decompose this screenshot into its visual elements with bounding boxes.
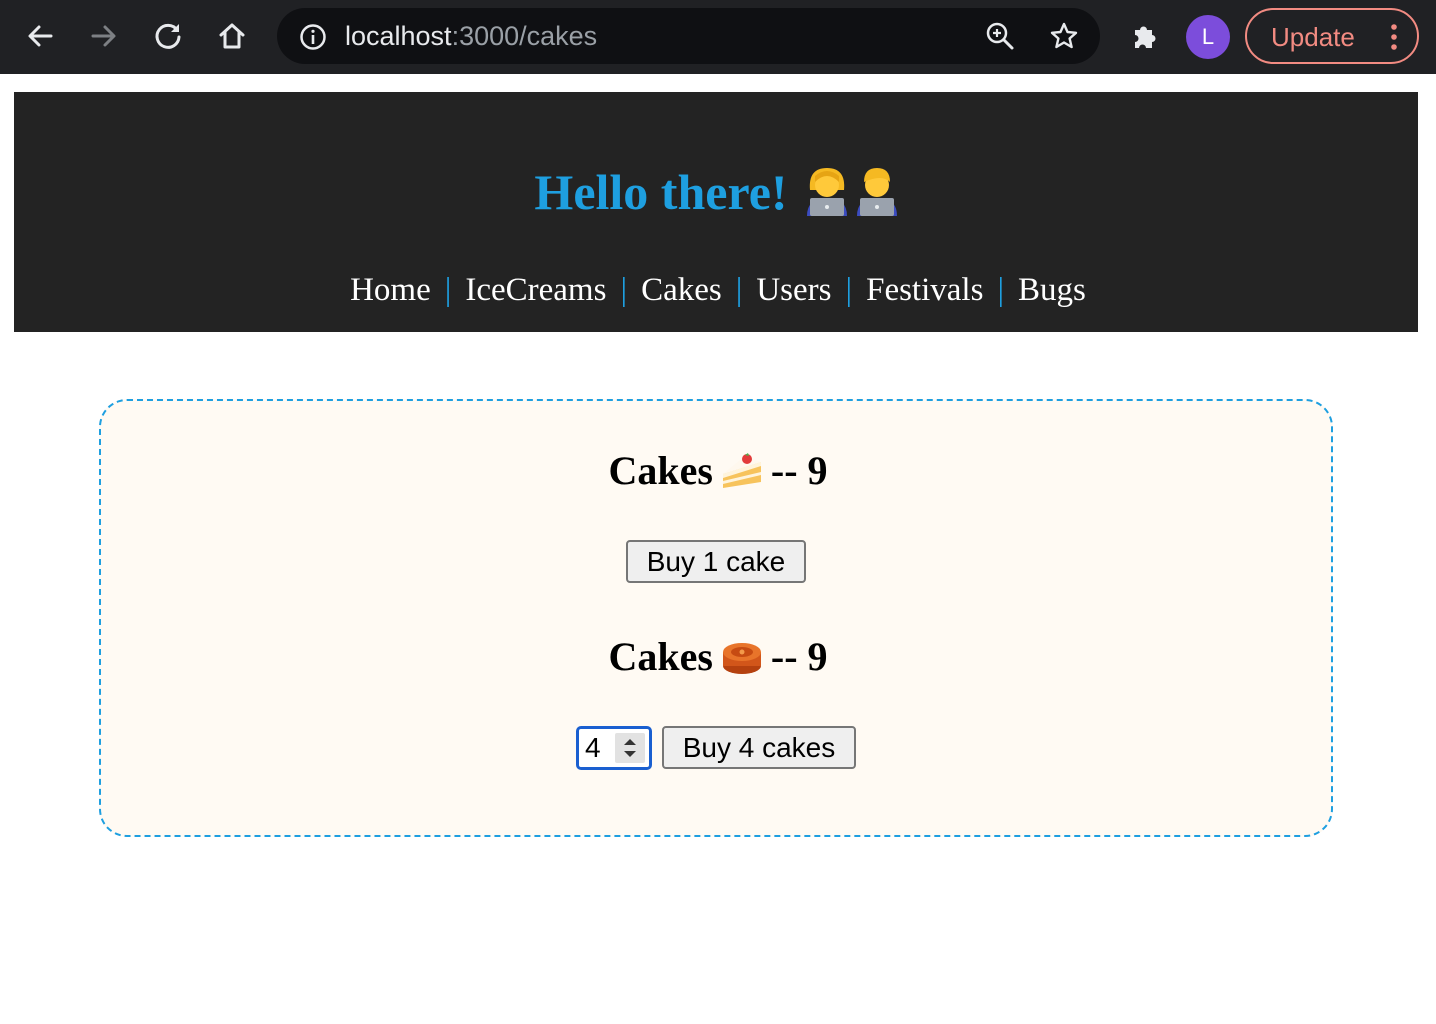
nav-separator: |	[444, 272, 452, 308]
quantity-stepper[interactable]	[615, 733, 645, 763]
mooncake-count-heading: Cakes -- 9	[0, 632, 1436, 688]
home-icon	[219, 23, 245, 49]
star-icon[interactable]	[1049, 21, 1079, 51]
shortcake-icon	[721, 452, 763, 502]
main-nav: Home | IceCreams | Cakes | Users | Festivals | Bug…	[0, 268, 1436, 312]
url-path: :3000/cakes	[451, 21, 598, 51]
nav-icecreams[interactable]: IceCreams	[465, 272, 606, 308]
url-text[interactable]: localhost:3000/cakes	[345, 21, 597, 51]
nav-separator: |	[735, 272, 743, 308]
stepper-arrows-icon	[624, 739, 636, 757]
url-host: localhost	[345, 21, 452, 51]
cake-quantity-value: 4	[585, 732, 601, 763]
info-icon[interactable]	[299, 23, 327, 51]
shortcake-svg-icon	[722, 453, 761, 488]
developer-emoji-icons	[802, 164, 902, 231]
zoom-icon[interactable]	[985, 21, 1015, 51]
mooncake-svg-icon	[722, 643, 761, 674]
buy-one-cake-button[interactable]: Buy 1 cake	[626, 540, 806, 583]
nav-separator: |	[620, 272, 628, 308]
mooncake-icon	[721, 636, 763, 688]
more-vertical-icon	[1391, 24, 1397, 50]
nav-users[interactable]: Users	[756, 272, 831, 308]
site-title: Hello there!	[0, 160, 1436, 231]
technologist-emoji-icon	[806, 168, 897, 217]
back-icon	[28, 25, 53, 47]
mooncake-count-value: -- 9	[770, 634, 828, 679]
forward-icon	[91, 25, 116, 47]
back-button[interactable]	[16, 12, 64, 60]
profile-avatar[interactable]: L	[1186, 15, 1230, 59]
nav-cakes[interactable]: Cakes	[641, 272, 722, 308]
buy-cakes-button[interactable]: Buy 4 cakes	[662, 726, 856, 769]
cake-count-heading: Cakes -- 9	[0, 446, 1436, 502]
cake-count-label: Cakes	[608, 448, 713, 493]
nav-separator: |	[845, 272, 853, 308]
mooncake-count-label: Cakes	[608, 634, 713, 679]
home-button[interactable]	[208, 12, 256, 60]
extensions-icon	[1135, 26, 1156, 48]
reload-button[interactable]	[144, 12, 192, 60]
address-bar[interactable]: localhost:3000/cakes	[277, 8, 1100, 64]
nav-home[interactable]: Home	[350, 272, 431, 308]
nav-separator: |	[997, 272, 1005, 308]
update-button[interactable]: Update	[1245, 8, 1419, 64]
browser-toolbar: localhost:3000/cakes L Update	[0, 0, 1436, 74]
update-label: Update	[1271, 22, 1355, 52]
nav-festivals[interactable]: Festivals	[866, 272, 983, 308]
nav-bugs[interactable]: Bugs	[1018, 272, 1086, 308]
extensions-button[interactable]	[1120, 12, 1168, 60]
reload-icon	[155, 23, 181, 49]
forward-button[interactable]	[80, 12, 128, 60]
cake-quantity-input[interactable]: 4	[576, 726, 652, 770]
site-title-text: Hello there!	[534, 164, 788, 220]
cake-count-value: -- 9	[770, 448, 828, 493]
